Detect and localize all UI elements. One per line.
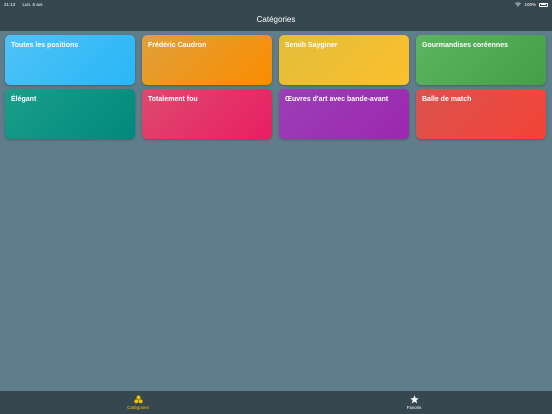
category-label: Totalement fou <box>148 96 198 103</box>
status-left: 21:13 Lun. 6 avr. <box>4 0 50 9</box>
category-tile-gourmandises-coreennes[interactable]: Gourmandises coréennes <box>416 35 546 85</box>
status-right: 100% <box>515 0 548 9</box>
tab-favorites[interactable]: Favoris <box>364 391 464 414</box>
category-label: Gourmandises coréennes <box>422 42 508 49</box>
battery-icon <box>539 2 548 7</box>
category-tile-balle-de-match[interactable]: Balle de match <box>416 89 546 139</box>
wifi-icon <box>515 2 522 7</box>
tab-bar: Catégories Favoris <box>0 391 552 414</box>
category-label: Toutes les positions <box>11 42 79 49</box>
category-label: Balle de match <box>422 96 472 103</box>
status-date: Lun. 6 avr. <box>22 2 44 7</box>
tab-categories[interactable]: Catégories <box>88 391 188 414</box>
category-tile-totalement-fou[interactable]: Totalement fou <box>142 89 272 139</box>
status-bar: 21:13 Lun. 6 avr. 100% <box>0 0 552 9</box>
category-tile-elegant[interactable]: Élégant <box>5 89 135 139</box>
three-balls-icon <box>133 395 143 404</box>
category-tile-toutes-les-positions[interactable]: Toutes les positions <box>5 35 135 85</box>
nav-bar: Catégories <box>0 9 552 31</box>
page-title: Catégories <box>256 15 296 24</box>
category-tile-oeuvres-d-art[interactable]: Œuvres d'art avec bande-avant <box>279 89 409 139</box>
tab-categories-label: Catégories <box>127 405 149 410</box>
star-icon <box>409 395 419 404</box>
category-tile-semih-sayginer[interactable]: Semih Sayginer <box>279 35 409 85</box>
category-label: Élégant <box>11 96 37 103</box>
battery-percent: 100% <box>524 2 536 7</box>
status-time: 21:13 <box>4 2 16 7</box>
category-grid: Toutes les positions Frédéric Caudron Se… <box>5 35 548 139</box>
tab-favorites-label: Favoris <box>406 405 422 410</box>
category-label: Œuvres d'art avec bande-avant <box>285 96 389 103</box>
category-label: Semih Sayginer <box>285 42 338 49</box>
category-label: Frédéric Caudron <box>148 42 207 49</box>
category-tile-frederic-caudron[interactable]: Frédéric Caudron <box>142 35 272 85</box>
